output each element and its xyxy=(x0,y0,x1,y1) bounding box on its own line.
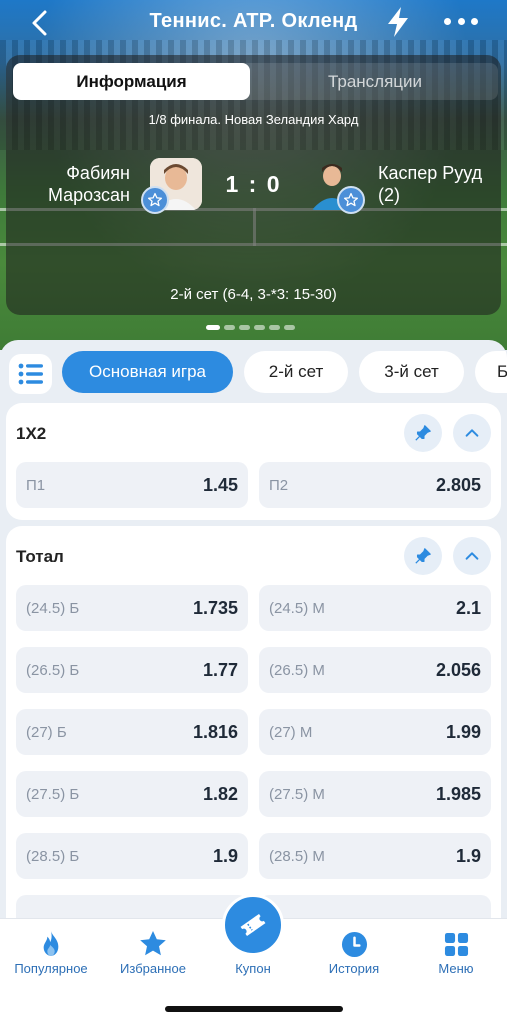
tab-next[interactable]: Б xyxy=(475,351,507,393)
odd-button-under[interactable]: (27) М 1.99 xyxy=(259,709,491,755)
page-title: Теннис. ATP. Окленд xyxy=(149,10,358,32)
nav-history-label: История xyxy=(328,961,380,976)
home-indicator xyxy=(165,1006,343,1012)
odd-label: (28.5) М xyxy=(269,848,325,865)
odd-button-over[interactable]: (27) Б 1.816 xyxy=(16,709,248,755)
chevron-up-icon[interactable] xyxy=(453,414,491,452)
player2-seed: (2) xyxy=(378,185,400,205)
odd-button-over[interactable]: (27.5) Б 1.82 xyxy=(16,771,248,817)
ticket-icon xyxy=(240,913,266,937)
tab-set-3[interactable]: 3-й сет xyxy=(359,351,464,393)
pin-icon[interactable] xyxy=(404,537,442,575)
odd-value: 1.45 xyxy=(202,475,238,495)
player2-full-name: Каспер Рууд xyxy=(378,163,483,183)
odd-label: (27) М xyxy=(269,724,313,741)
nav-favorites[interactable]: Избранное xyxy=(102,927,204,976)
odd-label: (27) Б xyxy=(26,724,67,741)
odd-value: 1.77 xyxy=(202,660,238,680)
odd-value: 1.82 xyxy=(202,784,238,804)
odd-button-p2[interactable]: П2 2.805 xyxy=(259,462,491,508)
odd-value: 2.805 xyxy=(435,475,481,495)
markets-list-button[interactable] xyxy=(9,354,52,394)
odd-value: 1.99 xyxy=(445,722,481,742)
page-dot xyxy=(269,325,280,330)
odd-button-under[interactable]: (28.5) М 1.9 xyxy=(259,833,491,879)
odd-button-partial[interactable] xyxy=(259,895,491,920)
odd-value: 1.9 xyxy=(212,846,238,866)
market-card-total: Тотал (24.5) Б 1.735 (24.5) М 2.1 (26.5)… xyxy=(6,526,501,920)
odd-button-over[interactable]: (28.5) Б 1.9 xyxy=(16,833,248,879)
odd-value: 1.735 xyxy=(192,598,238,618)
more-options-icon[interactable] xyxy=(444,18,478,26)
market-card-1x2: 1X2 П1 1.45 П2 2.805 xyxy=(6,403,501,520)
odd-label: (26.5) М xyxy=(269,662,325,679)
clock-icon xyxy=(303,927,405,961)
nav-coupon-label: Купон xyxy=(235,961,271,976)
odd-label: (24.5) Б xyxy=(26,600,80,617)
market-title: Тотал xyxy=(16,547,64,566)
odd-label: П2 xyxy=(269,477,289,494)
chevron-up-icon[interactable] xyxy=(453,537,491,575)
nav-popular-label: Популярное xyxy=(14,961,88,976)
odd-label: (28.5) Б xyxy=(26,848,80,865)
coupon-button[interactable] xyxy=(222,894,284,956)
odd-button-p1[interactable]: П1 1.45 xyxy=(16,462,248,508)
tab-main-game[interactable]: Основная игра xyxy=(62,351,233,393)
star-icon xyxy=(102,927,204,961)
nav-favorites-label: Избранное xyxy=(120,961,186,976)
page-indicator xyxy=(206,325,295,330)
markets-panel: Основная игра 2-й сет 3-й сет Б 1X2 П1 1… xyxy=(0,340,507,920)
player2-name: Каспер Рууд (2) xyxy=(378,162,506,206)
list-icon xyxy=(18,363,43,385)
tab-set-2[interactable]: 2-й сет xyxy=(244,351,348,393)
odd-button-under[interactable]: (27.5) М 1.985 xyxy=(259,771,491,817)
odd-value: 1.985 xyxy=(435,784,481,804)
page-dot xyxy=(239,325,250,330)
odd-value: 2.056 xyxy=(435,660,481,680)
segment-info[interactable]: Информация xyxy=(13,63,250,100)
set-score-info: 2-й сет (6-4, 3-*3: 15-30) xyxy=(170,286,337,303)
flame-icon xyxy=(0,927,102,961)
odd-button-over[interactable]: (24.5) Б 1.735 xyxy=(16,585,248,631)
page-dot xyxy=(224,325,235,330)
odd-label: (24.5) М xyxy=(269,600,325,617)
page-dot-active xyxy=(206,325,220,330)
lightning-icon[interactable] xyxy=(385,6,411,38)
odd-label: (27.5) Б xyxy=(26,786,80,803)
segment-broadcasts[interactable]: Трансляции xyxy=(250,63,500,100)
top-bar: Теннис. ATP. Окленд xyxy=(0,0,507,48)
market-title: 1X2 xyxy=(16,424,47,443)
odd-value: 2.1 xyxy=(455,598,481,618)
tournament-info: 1/8 финала. Новая Зеландия Хард xyxy=(148,112,359,127)
pin-icon[interactable] xyxy=(404,414,442,452)
player2-favorite-star-icon[interactable] xyxy=(337,186,365,214)
nav-menu-label: Меню xyxy=(438,961,474,976)
page-dot xyxy=(254,325,265,330)
odd-button-partial[interactable] xyxy=(16,895,248,920)
odd-label: (27.5) М xyxy=(269,786,325,803)
odd-label: (26.5) Б xyxy=(26,662,80,679)
nav-popular[interactable]: Популярное xyxy=(0,927,102,976)
odd-value: 1.9 xyxy=(455,846,481,866)
odd-button-over[interactable]: (26.5) Б 1.77 xyxy=(16,647,248,693)
nav-history[interactable]: История xyxy=(303,927,405,976)
odd-button-under[interactable]: (24.5) М 2.1 xyxy=(259,585,491,631)
nav-menu[interactable]: Меню xyxy=(405,927,507,976)
odd-button-under[interactable]: (26.5) М 2.056 xyxy=(259,647,491,693)
odd-label: П1 xyxy=(26,477,46,494)
grid-menu-icon xyxy=(405,927,507,961)
odd-value: 1.816 xyxy=(192,722,238,742)
page-dot xyxy=(284,325,295,330)
